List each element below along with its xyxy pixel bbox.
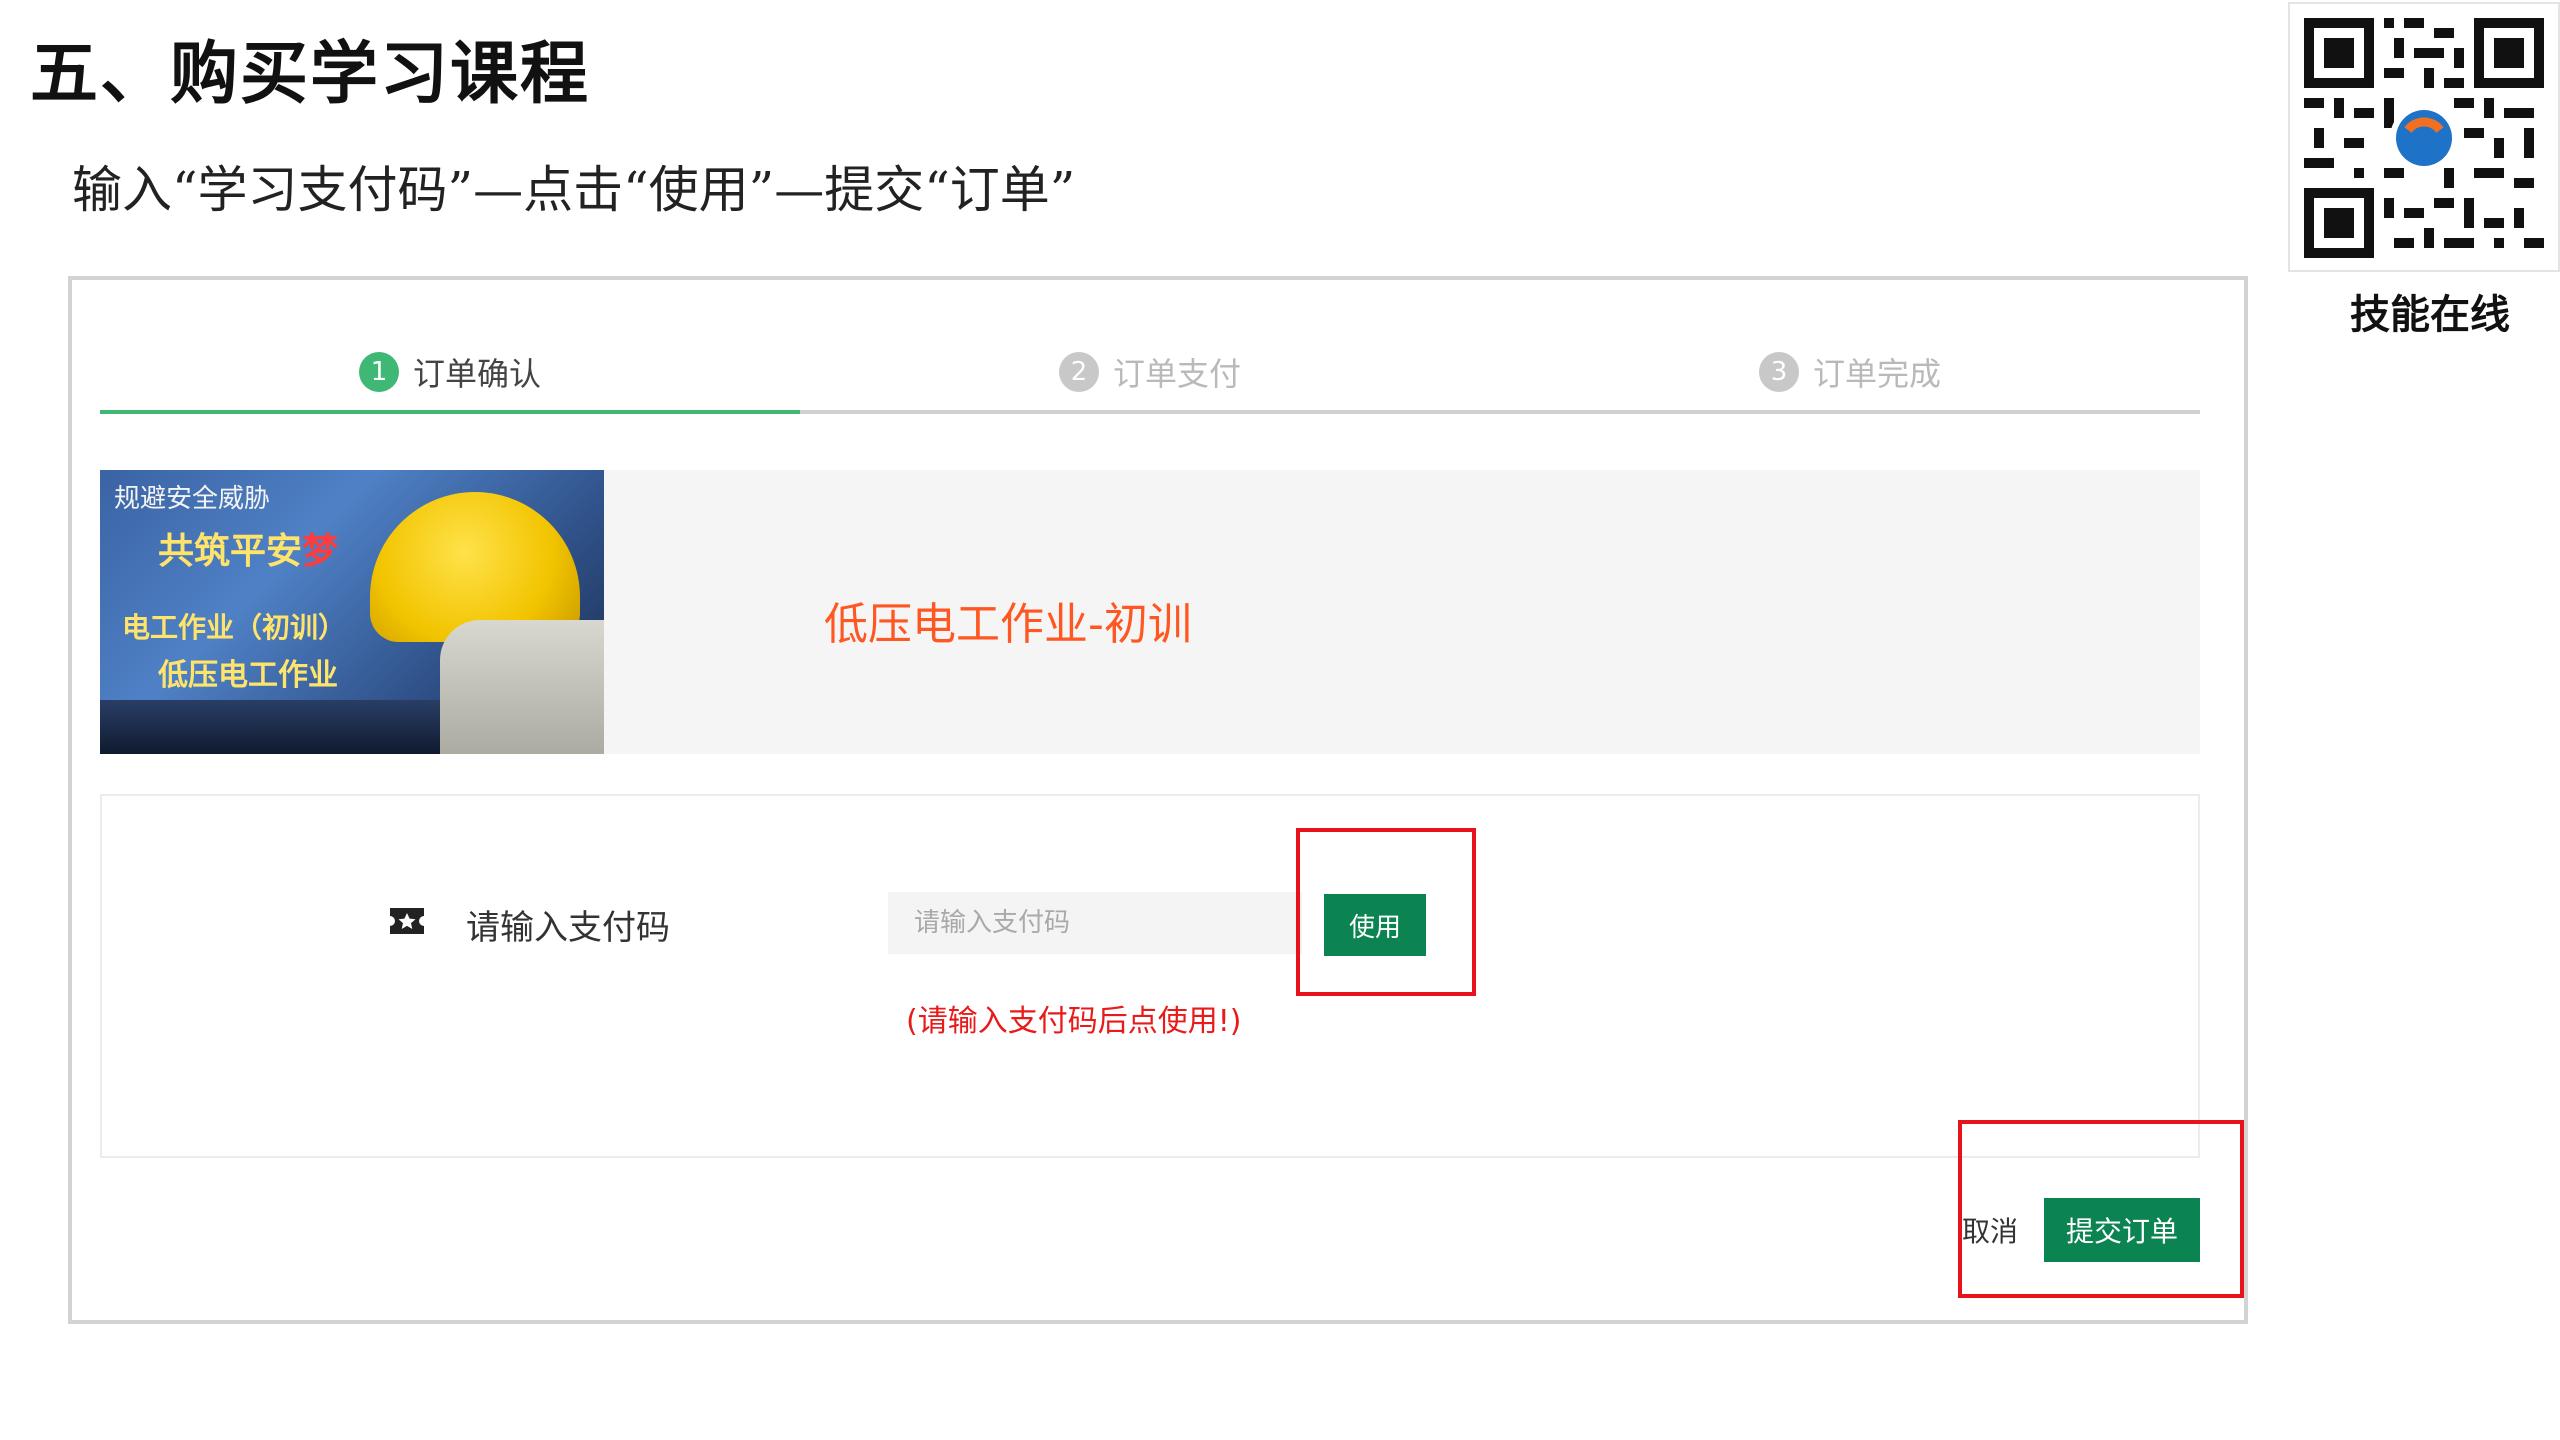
step-number: 1 xyxy=(358,352,399,392)
slide-title: 五、购买学习课程 xyxy=(30,34,591,114)
highlight-use-button xyxy=(1296,828,1476,996)
order-steps: 1 订单确认 2 订单支付 3 订单完成 xyxy=(100,330,2200,414)
course-card: 规避安全威胁 共筑平安梦 电工作业（初训） 低压电工作业 低压电工作业-初训 xyxy=(100,470,2200,754)
qr-caption: 技能在线 xyxy=(2350,292,2510,338)
payment-panel: 请输入支付码 使用 (请输入支付码后点使用!) xyxy=(100,794,2200,1158)
arm-graphic xyxy=(440,620,604,754)
step-number: 3 xyxy=(1758,352,1799,392)
thumbnail-text-1: 规避安全威胁 xyxy=(114,484,271,514)
slide-subtitle: 输入“学习支付码”—点击“使用”—提交“订单” xyxy=(72,161,1076,219)
payment-code-label: 请输入支付码 xyxy=(466,908,670,948)
payment-code-input[interactable] xyxy=(888,892,1302,954)
course-thumbnail: 规避安全威胁 共筑平安梦 电工作业（初训） 低压电工作业 xyxy=(100,470,604,754)
ticket-icon xyxy=(390,908,424,934)
step-label: 订单支付 xyxy=(1112,355,1241,393)
step-number: 2 xyxy=(1058,352,1099,392)
thumbnail-text-2: 共筑平安梦 xyxy=(158,522,338,574)
qr-code xyxy=(2288,2,2560,272)
step-order-pay: 2 订单支付 xyxy=(800,330,1500,414)
thumbnail-text-2b: 梦 xyxy=(302,530,339,572)
thumbnail-text-2a: 共筑平安 xyxy=(158,530,303,572)
step-label: 订单完成 xyxy=(1812,355,1941,393)
step-label: 订单确认 xyxy=(412,355,541,393)
thumbnail-text-4: 低压电工作业 xyxy=(158,658,338,693)
step-order-complete: 3 订单完成 xyxy=(1500,330,2200,414)
thumbnail-text-3: 电工作业（初训） xyxy=(122,611,347,644)
qr-code-icon xyxy=(2304,18,2544,258)
step-progress-bar xyxy=(100,410,2200,414)
step-order-confirm: 1 订单确认 xyxy=(100,330,800,414)
course-title: 低压电工作业-初训 xyxy=(824,599,1192,650)
highlight-submit-button xyxy=(1958,1120,2244,1298)
payment-hint: (请输入支付码后点使用!) xyxy=(906,1004,1242,1039)
step-progress-fill xyxy=(100,410,800,414)
